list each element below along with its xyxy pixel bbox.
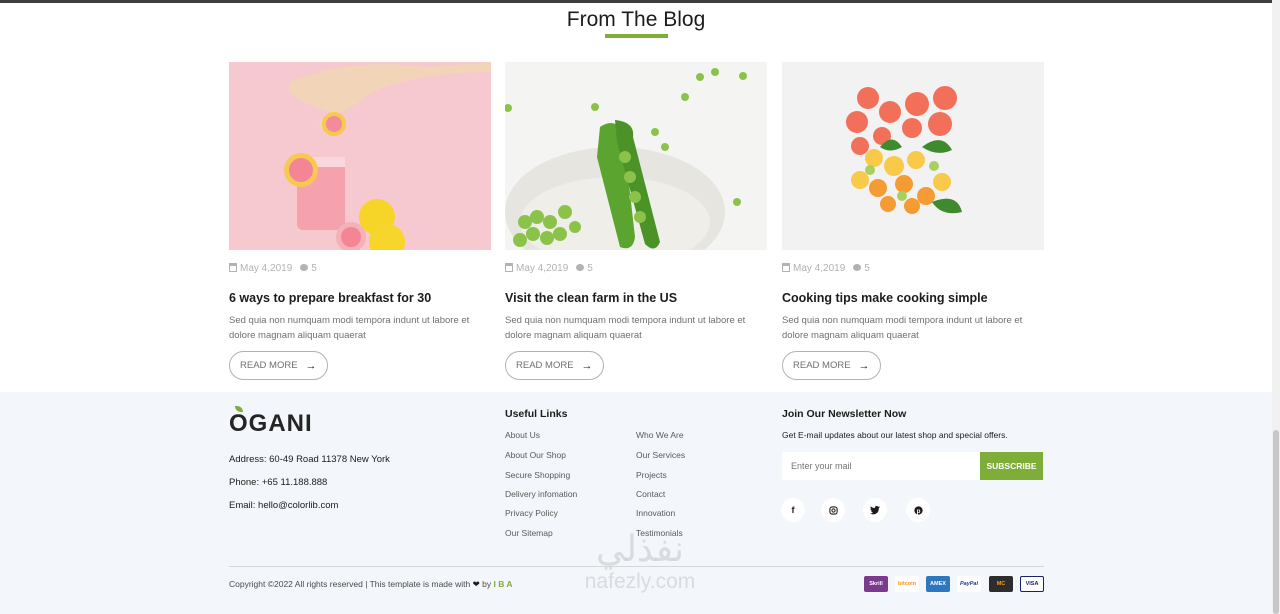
comment-icon: [300, 264, 309, 272]
watermark-arabic: نفذلي: [595, 529, 685, 570]
section-title: From The Blog: [566, 8, 706, 31]
blog-card: May 4,2019 5 Cooking tips make cooking s…: [782, 62, 1044, 380]
footer-link-contact[interactable]: Contact: [636, 489, 665, 499]
instagram-icon[interactable]: [821, 498, 845, 522]
visa-icon: VISA: [1020, 576, 1044, 592]
useful-links-heading: Useful Links: [505, 408, 568, 420]
post-excerpt: Sed quia non numquam modi tempora indunt…: [782, 315, 1023, 341]
read-more-button[interactable]: READ MORE →: [782, 351, 881, 380]
comment-count: 5: [311, 262, 317, 274]
heart-icon: ❤: [472, 579, 480, 589]
date-meta: May 4,2019: [229, 263, 292, 274]
skrill-icon: Skrill: [864, 576, 888, 592]
post-date: May 4,2019: [240, 262, 293, 274]
blog-image[interactable]: [782, 62, 1044, 250]
date-meta: May 4,2019: [782, 263, 845, 274]
post-date: May 4,2019: [516, 262, 569, 274]
arrow-right-icon: →: [858, 359, 870, 372]
post-excerpt: Sed quia non numquam modi tempora indunt…: [229, 315, 470, 341]
blog-card: May 4,2019 5 Visit the clean farm in the…: [505, 62, 767, 380]
blog-card: May 4,2019 5 6 ways to prepare breakfast…: [229, 62, 491, 380]
comment-count: 5: [587, 262, 593, 274]
comments-meta: 5: [576, 263, 593, 274]
comment-icon: [853, 264, 862, 272]
amex-icon: AMEX: [926, 576, 950, 592]
facebook-icon[interactable]: f: [781, 498, 805, 522]
post-title[interactable]: Visit the clean farm in the US: [505, 291, 767, 305]
footer-link-projects[interactable]: Projects: [636, 470, 667, 480]
twitter-icon[interactable]: [863, 498, 887, 522]
calendar-icon: [229, 263, 237, 273]
copyright-brand-link[interactable]: I B A: [493, 579, 512, 589]
page-scrollbar[interactable]: [1272, 0, 1280, 614]
arrow-right-icon: →: [581, 359, 593, 372]
blog-image[interactable]: [505, 62, 767, 250]
read-more-label: READ MORE: [516, 360, 574, 371]
newsletter-text: Get E-mail updates about our latest shop…: [782, 430, 1008, 440]
footer-link-who-we-are[interactable]: Who We Are: [636, 430, 684, 440]
newsletter-heading: Join Our Newsletter Now: [782, 408, 907, 420]
section-title-underline: [605, 34, 668, 38]
mastercard-icon: MC: [989, 576, 1013, 592]
footer-address: Address: 60-49 Road 11378 New York: [229, 454, 390, 465]
footer-link-services[interactable]: Our Services: [636, 450, 685, 460]
top-border: [0, 0, 1280, 3]
footer-link-about-shop[interactable]: About Our Shop: [505, 450, 566, 460]
copyright-text: Copyright ©2022 All rights reserved | Th…: [229, 579, 513, 590]
footer-phone: Phone: +65 11.188.888: [229, 477, 328, 488]
comments-meta: 5: [853, 263, 870, 274]
footer-link-innovation[interactable]: Innovation: [636, 508, 675, 518]
scrollbar-thumb[interactable]: [1273, 430, 1279, 614]
footer-email: Email: hello@colorlib.com: [229, 500, 339, 511]
copyright-by: by: [482, 579, 492, 589]
footer-link-about-us[interactable]: About Us: [505, 430, 540, 440]
post-date: May 4,2019: [793, 262, 846, 274]
calendar-icon: [505, 263, 513, 273]
arrow-right-icon: →: [305, 359, 317, 372]
date-meta: May 4,2019: [505, 263, 568, 274]
post-title[interactable]: Cooking tips make cooking simple: [782, 291, 1044, 305]
svg-text:p: p: [916, 507, 920, 514]
post-title[interactable]: 6 ways to prepare breakfast for 30: [229, 291, 491, 305]
footer-link-secure-shopping[interactable]: Secure Shopping: [505, 470, 570, 480]
subscribe-button[interactable]: SUBSCRIBE: [980, 452, 1043, 480]
logo-text: OGANI: [229, 410, 313, 437]
pinterest-icon[interactable]: p: [906, 498, 930, 522]
logo[interactable]: OGANI: [229, 406, 313, 438]
read-more-button[interactable]: READ MORE →: [229, 351, 328, 380]
read-more-label: READ MORE: [793, 360, 851, 371]
copyright-prefix: Copyright ©2022 All rights reserved | Th…: [229, 579, 471, 589]
post-excerpt: Sed quia non numquam modi tempora indunt…: [505, 315, 746, 341]
footer-link-privacy[interactable]: Privacy Policy: [505, 508, 558, 518]
watermark: نفذلي nafezly.com: [560, 530, 720, 594]
watermark-latin: nafezly.com: [584, 570, 696, 593]
read-more-label: READ MORE: [240, 360, 298, 371]
paypal-icon: PayPal: [957, 576, 981, 592]
comment-count: 5: [864, 262, 870, 274]
blog-image[interactable]: [229, 62, 491, 250]
comment-icon: [576, 264, 585, 272]
calendar-icon: [782, 263, 790, 273]
read-more-button[interactable]: READ MORE →: [505, 351, 604, 380]
newsletter-email-input[interactable]: [782, 452, 980, 480]
bitcoin-icon: bitcoin: [895, 576, 919, 592]
comments-meta: 5: [300, 263, 317, 274]
footer-link-sitemap[interactable]: Our Sitemap: [505, 528, 553, 538]
footer-link-delivery[interactable]: Delivery infomation: [505, 489, 577, 499]
